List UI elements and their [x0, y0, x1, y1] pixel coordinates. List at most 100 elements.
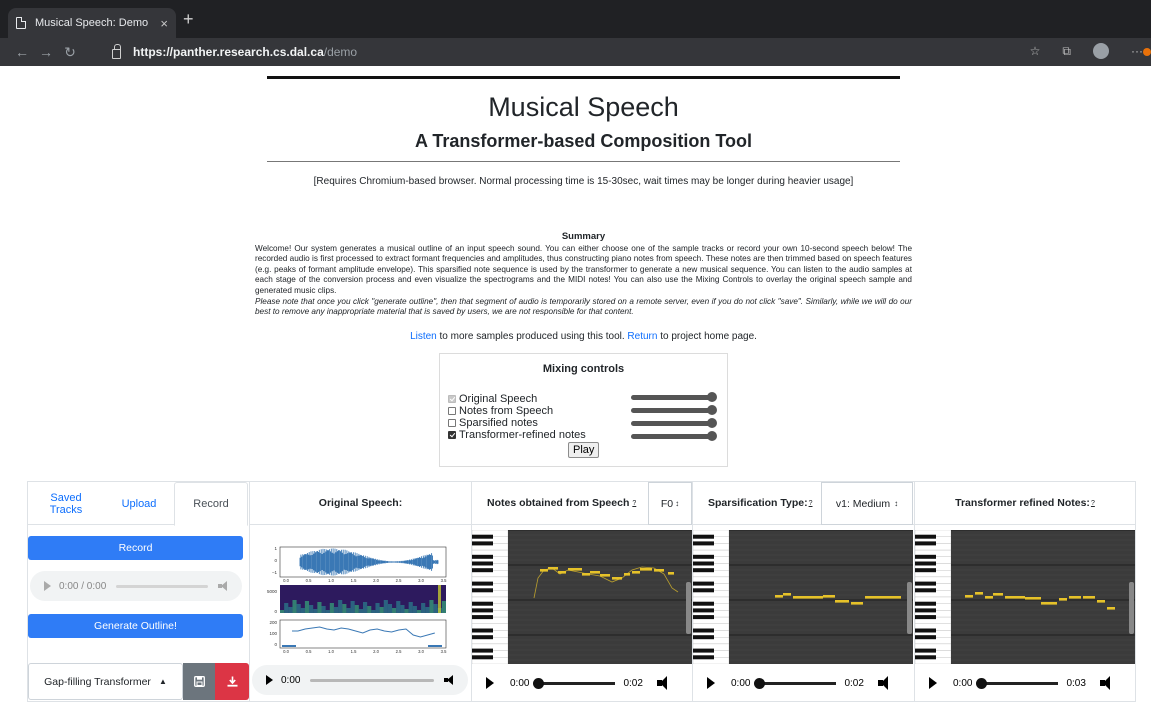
checkbox-transformer-refined[interactable] — [448, 431, 456, 439]
pitch-method-select[interactable]: F0 ↕ — [648, 482, 692, 525]
slider-knob[interactable] — [707, 431, 717, 441]
volume-icon[interactable] — [218, 581, 230, 591]
input-tabs: Saved Tracks Upload Record — [28, 482, 248, 526]
select-value: v1: Medium — [835, 497, 891, 510]
menu-dots-icon[interactable]: ··· — [1131, 44, 1151, 58]
sparsification-select[interactable]: v1: Medium ↕ — [821, 482, 913, 525]
time-start: 0:00 — [510, 677, 530, 689]
midi-note — [1083, 596, 1095, 599]
close-icon[interactable]: × — [160, 16, 168, 31]
slider-knob[interactable] — [707, 405, 717, 415]
pitch-frame — [279, 619, 447, 649]
volume-slider-sparsified[interactable] — [631, 418, 717, 428]
play-icon[interactable] — [44, 581, 51, 591]
black-key — [472, 534, 493, 539]
save-button[interactable] — [183, 663, 215, 700]
browser-tab[interactable]: Musical Speech: Demo × — [8, 8, 176, 38]
audio-seek-bar[interactable] — [310, 678, 434, 682]
volume-slider-original[interactable] — [631, 392, 717, 402]
audio-seek-bar[interactable] — [116, 584, 208, 588]
browser-toolbar: ← → ↻ https://panther.research.cs.dal.ca… — [0, 38, 1151, 66]
midi-note — [851, 602, 863, 605]
spectrogram-band — [358, 609, 363, 613]
midi-note — [793, 596, 823, 599]
black-key — [693, 655, 714, 660]
url-host: https://panther.research.cs.dal.ca — [133, 45, 324, 59]
return-link[interactable]: Return — [627, 331, 657, 342]
reload-icon[interactable]: ↻ — [58, 44, 82, 61]
play-icon[interactable] — [266, 675, 273, 685]
black-key — [472, 581, 493, 586]
play-icon[interactable] — [707, 677, 715, 689]
play-icon[interactable] — [929, 677, 937, 689]
seek-bar[interactable] — [976, 677, 1059, 689]
original-audio-player[interactable]: 0:00 — [252, 665, 468, 695]
spectrogram-band — [338, 600, 343, 613]
listen-link[interactable]: Listen — [410, 331, 437, 342]
help-link[interactable]: ? — [1091, 500, 1095, 507]
refined-audio-player[interactable]: 0:00 0:03 — [915, 666, 1135, 700]
download-button[interactable] — [215, 663, 249, 700]
profile-avatar[interactable] — [1093, 43, 1109, 59]
waveform-x-tick: 1.0 — [328, 578, 334, 583]
favorites-star-icon[interactable]: ☆ — [1030, 44, 1041, 58]
checkbox-original-speech[interactable] — [448, 395, 456, 403]
volume-slider-transformer[interactable] — [631, 431, 717, 441]
original-speech-title: Original Speech: — [318, 497, 403, 509]
help-link[interactable]: ? — [809, 500, 813, 507]
notes-audio-player[interactable]: 0:00 0:02 — [472, 666, 692, 700]
seek-handle[interactable] — [976, 677, 988, 689]
checkbox-sparsified-notes[interactable] — [448, 419, 456, 427]
seek-handle[interactable] — [533, 677, 545, 689]
select-value: F0 — [660, 497, 674, 510]
tab-saved-tracks[interactable]: Saved Tracks — [36, 482, 96, 525]
mix-label: Sparsified notes — [459, 417, 538, 429]
update-badge-icon — [1143, 48, 1151, 56]
generate-outline-button[interactable]: Generate Outline! — [28, 614, 243, 638]
black-key — [472, 655, 493, 660]
waveform-trace — [299, 548, 439, 576]
help-link[interactable]: ? — [632, 500, 636, 507]
mix-row-original[interactable]: Original Speech — [448, 393, 537, 405]
volume-slider-notes[interactable] — [631, 405, 717, 415]
record-button[interactable]: Record — [28, 536, 243, 560]
spectrogram-band — [333, 607, 339, 613]
volume-icon[interactable] — [656, 676, 673, 690]
new-tab-icon[interactable]: + — [183, 10, 194, 28]
tab-record[interactable]: Record — [174, 482, 248, 526]
waveform-y-tick: 1 — [274, 546, 277, 551]
spectrogram-band — [321, 606, 326, 613]
spectrogram-band — [325, 610, 330, 613]
seek-handle[interactable] — [754, 677, 766, 689]
seek-bar[interactable] — [754, 677, 837, 689]
slider-knob[interactable] — [707, 392, 717, 402]
volume-icon[interactable] — [1099, 676, 1116, 690]
mix-row-notes[interactable]: Notes from Speech — [448, 405, 553, 417]
play-icon[interactable] — [486, 677, 494, 689]
collections-icon[interactable]: ⧉ — [1062, 44, 1071, 59]
tab-upload[interactable]: Upload — [103, 482, 175, 525]
black-key — [915, 554, 936, 559]
mix-row-sparsified[interactable]: Sparsified notes — [448, 417, 538, 429]
model-select[interactable]: Gap-filling Transformer ▲ — [28, 663, 183, 700]
address-bar[interactable]: https://panther.research.cs.dal.ca/demo — [112, 41, 1022, 63]
url-path: /demo — [323, 45, 358, 59]
divider — [267, 161, 900, 162]
mix-play-button[interactable]: Play — [568, 442, 600, 458]
back-arrow-icon[interactable]: ← — [10, 44, 34, 60]
midi-note — [835, 600, 849, 603]
recorded-audio-player[interactable]: 0:00 / 0:00 — [30, 571, 242, 601]
time-start: 0:00 — [953, 677, 973, 689]
mix-row-transformer[interactable]: Transformer-refined notes — [448, 429, 586, 441]
sparsified-audio-player[interactable]: 0:00 0:02 — [693, 666, 913, 700]
volume-icon[interactable] — [444, 675, 456, 685]
forward-arrow-icon[interactable]: → — [34, 44, 58, 60]
checkbox-notes-from-speech[interactable] — [448, 407, 456, 415]
seek-bar[interactable] — [533, 677, 616, 689]
midi-note — [632, 571, 640, 574]
midi-note — [783, 593, 791, 596]
midi-note — [540, 569, 548, 572]
volume-icon[interactable] — [877, 676, 894, 690]
slider-knob[interactable] — [707, 418, 717, 428]
spectrogram-band — [392, 608, 397, 613]
